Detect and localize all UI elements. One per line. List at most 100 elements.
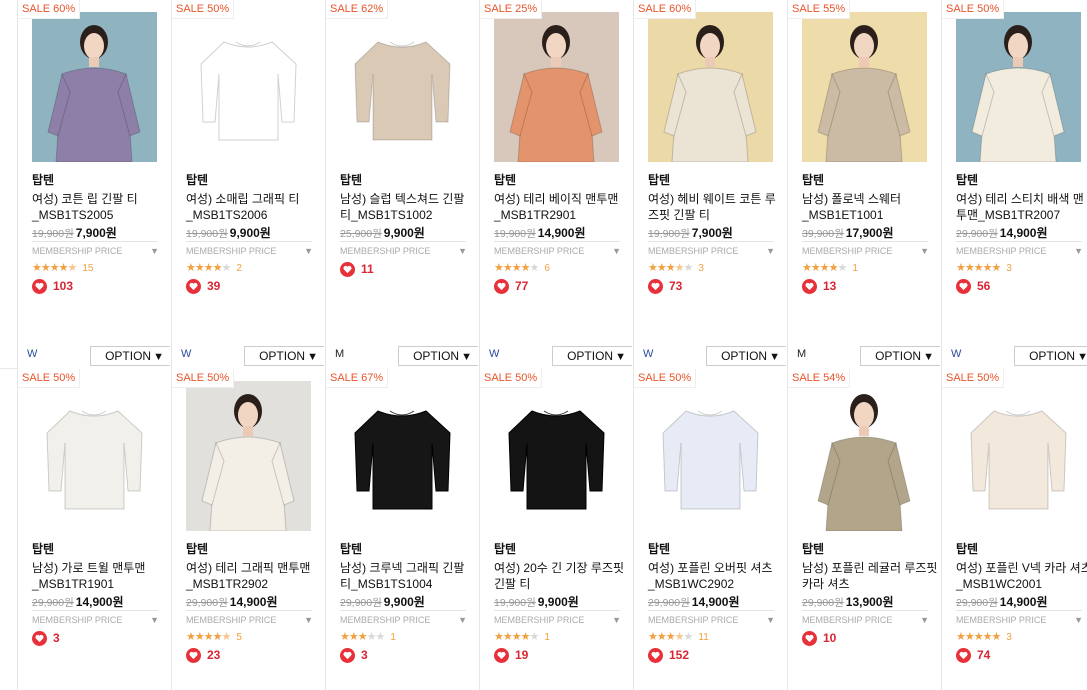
heart-icon[interactable] [186,647,201,663]
product-name[interactable]: 여성) 코튼 립 긴팔 티 _MSB1TS2005 [32,191,170,223]
product-image[interactable] [340,12,465,162]
brand-name[interactable]: 탑텐 [186,540,208,557]
brand-name[interactable]: 탑텐 [32,171,54,188]
option-button[interactable]: OPTION ▼ [244,346,324,366]
product-image[interactable] [956,12,1081,162]
membership-price-toggle[interactable]: MEMBERSHIP PRICE ▼ [802,241,929,256]
brand-name[interactable]: 탑텐 [494,540,516,557]
heart-icon[interactable] [32,630,47,646]
like-count[interactable]: 73 [648,278,682,294]
product-name[interactable]: 여성) 포플린 오버핏 셔츠_MSB1WC2902 [648,560,786,592]
product-name[interactable]: 여성) 포플린 V넥 카라 셔츠_MSB1WC2001 [956,560,1087,592]
product-card[interactable]: SALE 60% 탑텐 여성) 코튼 립 긴팔 티 _MSB1TS2005 19,90… [17,0,171,369]
product-image[interactable] [956,381,1081,531]
product-card[interactable]: SALE 50% 탑텐 여성) 포플린 V넥 카라 셔츠_MSB1WC2001 29,… [941,369,1087,690]
membership-price-toggle[interactable]: MEMBERSHIP PRICE ▼ [186,610,313,625]
membership-price-toggle[interactable]: MEMBERSHIP PRICE ▼ [32,241,159,256]
membership-price-toggle[interactable]: MEMBERSHIP PRICE ▼ [186,241,313,256]
product-name[interactable]: 여성) 테리 그래픽 맨투맨 _MSB1TR2902 [186,560,324,592]
like-count[interactable]: 3 [32,630,60,646]
heart-icon[interactable] [802,278,817,294]
heart-icon[interactable] [340,261,355,277]
membership-price-toggle[interactable]: MEMBERSHIP PRICE ▼ [648,610,775,625]
product-image[interactable] [32,12,157,162]
option-button[interactable]: OPTION ▼ [552,346,632,366]
membership-price-toggle[interactable]: MEMBERSHIP PRICE ▼ [648,241,775,256]
product-name[interactable]: 남성) 슬럽 텍스쳐드 긴팔 티_MSB1TS1002 [340,191,478,223]
membership-price-toggle[interactable]: MEMBERSHIP PRICE ▼ [956,610,1083,625]
heart-icon[interactable] [340,647,355,663]
like-count[interactable]: 103 [32,278,73,294]
brand-name[interactable]: 탑텐 [648,540,670,557]
heart-icon[interactable] [956,647,971,663]
membership-price-toggle[interactable]: MEMBERSHIP PRICE ▼ [494,241,621,256]
membership-price-toggle[interactable]: MEMBERSHIP PRICE ▼ [802,610,929,625]
product-image[interactable] [802,12,927,162]
option-button[interactable]: OPTION ▼ [398,346,478,366]
brand-name[interactable]: 탑텐 [956,171,978,188]
product-card[interactable]: SALE 54% 탑텐 남성) 포플린 레귤러 루즈핏 카라 셔츠 29,900원 13… [787,369,941,690]
brand-name[interactable]: 탑텐 [494,171,516,188]
product-name[interactable]: 여성) 테리 베이직 맨투맨_MSB1TR2901 [494,191,632,223]
product-image[interactable] [648,381,773,531]
heart-icon[interactable] [32,278,47,294]
product-name[interactable]: 여성) 20수 긴 기장 루즈핏 긴팔 티 [494,560,632,592]
product-image[interactable] [186,12,311,162]
like-count[interactable]: 10 [802,630,836,646]
product-image[interactable] [186,381,311,531]
product-image[interactable] [494,12,619,162]
product-card[interactable]: SALE 25% 탑텐 여성) 테리 베이직 맨투맨_MSB1TR2901 19,90… [479,0,633,369]
product-card[interactable]: SALE 62% 탑텐 남성) 슬럽 텍스쳐드 긴팔 티_MSB1TS1002 25,… [325,0,479,369]
heart-icon[interactable] [186,278,201,294]
product-name[interactable]: 남성) 포플린 레귤러 루즈핏 카라 셔츠 [802,560,940,592]
product-name[interactable]: 남성) 폴로넥 스웨터 _MSB1ET1001 [802,191,940,223]
option-button[interactable]: OPTION ▼ [1014,346,1087,366]
heart-icon[interactable] [648,647,663,663]
membership-price-toggle[interactable]: MEMBERSHIP PRICE ▼ [956,241,1083,256]
product-card[interactable]: SALE 50% 탑텐 여성) 테리 스티치 배색 맨투맨_MSB1TR2007 29… [941,0,1087,369]
option-button[interactable]: OPTION ▼ [706,346,786,366]
brand-name[interactable]: 탑텐 [648,171,670,188]
like-count[interactable]: 13 [802,278,836,294]
heart-icon[interactable] [956,278,971,294]
product-image[interactable] [648,12,773,162]
option-button[interactable]: OPTION ▼ [90,346,170,366]
heart-icon[interactable] [494,278,509,294]
like-count[interactable]: 39 [186,278,220,294]
product-card[interactable]: SALE 50% 탑텐 남성) 가로 트윌 맨투맨 _MSB1TR1901 29,90… [17,369,171,690]
like-count[interactable]: 56 [956,278,990,294]
brand-name[interactable]: 탑텐 [956,540,978,557]
product-card[interactable]: SALE 50% 탑텐 여성) 포플린 오버핏 셔츠_MSB1WC2902 29,90… [633,369,787,690]
brand-name[interactable]: 탑텐 [802,540,824,557]
product-card[interactable]: SALE 50% 탑텐 여성) 20수 긴 기장 루즈핏 긴팔 티 19,900원 9,… [479,369,633,690]
product-image[interactable] [802,381,927,531]
like-count[interactable]: 3 [340,647,368,663]
membership-price-toggle[interactable]: MEMBERSHIP PRICE ▼ [340,610,467,625]
product-card[interactable]: SALE 55% 탑텐 남성) 폴로넥 스웨터 _MSB1ET1001 39,900원… [787,0,941,369]
heart-icon[interactable] [648,278,663,294]
product-image[interactable] [340,381,465,531]
product-image[interactable] [494,381,619,531]
like-count[interactable]: 74 [956,647,990,663]
product-card[interactable]: SALE 60% 탑텐 여성) 헤비 웨이트 코튼 루즈핏 긴팔 티 19,900원 7… [633,0,787,369]
option-button[interactable]: OPTION ▼ [860,346,940,366]
like-count[interactable]: 19 [494,647,528,663]
membership-price-toggle[interactable]: MEMBERSHIP PRICE ▼ [32,610,159,625]
like-count[interactable]: 23 [186,647,220,663]
brand-name[interactable]: 탑텐 [186,171,208,188]
product-image[interactable] [32,381,157,531]
membership-price-toggle[interactable]: MEMBERSHIP PRICE ▼ [340,241,467,256]
product-name[interactable]: 여성) 테리 스티치 배색 맨투맨_MSB1TR2007 [956,191,1087,223]
product-card[interactable]: SALE 67% 탑텐 남성) 크루넥 그래픽 긴팔 티_MSB1TS1004 29,… [325,369,479,690]
product-name[interactable]: 남성) 크루넥 그래픽 긴팔 티_MSB1TS1004 [340,560,478,592]
heart-icon[interactable] [802,630,817,646]
product-card[interactable]: SALE 50% 탑텐 여성) 소매립 그래픽 티 _MSB1TS2006 19,90… [171,0,325,369]
product-name[interactable]: 여성) 헤비 웨이트 코튼 루즈핏 긴팔 티 [648,191,786,223]
brand-name[interactable]: 탑텐 [340,171,362,188]
like-count[interactable]: 11 [340,261,374,277]
product-card[interactable]: SALE 50% 탑텐 여성) 테리 그래픽 맨투맨 _MSB1TR2902 29,9… [171,369,325,690]
product-name[interactable]: 남성) 가로 트윌 맨투맨 _MSB1TR1901 [32,560,170,592]
brand-name[interactable]: 탑텐 [32,540,54,557]
like-count[interactable]: 152 [648,647,689,663]
membership-price-toggle[interactable]: MEMBERSHIP PRICE ▼ [494,610,621,625]
